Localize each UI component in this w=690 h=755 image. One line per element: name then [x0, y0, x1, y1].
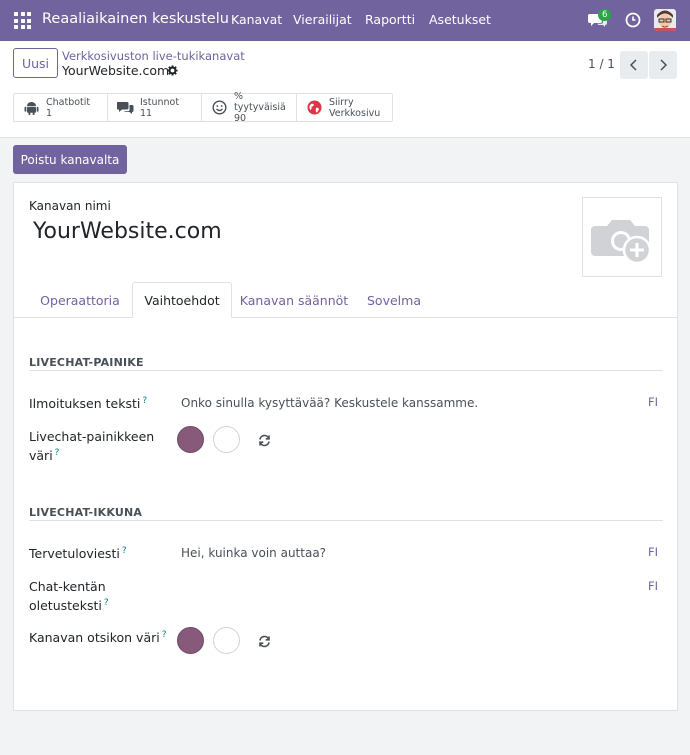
header-background-color-swatch[interactable]: [177, 627, 204, 654]
help-tooltip-icon[interactable]: ?: [142, 396, 147, 406]
chevron-right-icon: [660, 59, 668, 71]
app-brand[interactable]: Reaaliaikainen keskustelu: [42, 11, 229, 27]
language-toggle[interactable]: FI: [648, 579, 658, 593]
stat-button-chatbots[interactable]: Chatbotit 1: [14, 94, 108, 121]
messages-count-badge: 6: [598, 9, 612, 21]
header-color-label: Kanavan otsikon väri?: [29, 630, 167, 646]
stat-value: 11: [140, 107, 153, 119]
notification-text-input[interactable]: Onko sinulla kysyttävää? Keskustele kans…: [181, 396, 478, 410]
chevron-left-icon: [629, 59, 637, 71]
menu-item-channels[interactable]: Kanavat: [231, 12, 282, 27]
notification-text-label: Ilmoituksen teksti?: [29, 396, 148, 412]
form-sheet: Kanavan nimi YourWebsite.com Operaattori…: [13, 182, 678, 711]
language-toggle[interactable]: FI: [648, 395, 658, 409]
gear-icon[interactable]: [167, 65, 178, 76]
help-tooltip-icon[interactable]: ?: [162, 630, 167, 640]
menu-item-visitors[interactable]: Vierailijat: [293, 12, 352, 27]
stat-label: Chatbotit: [46, 96, 91, 108]
activity-clock-icon[interactable]: [625, 12, 641, 28]
help-tooltip-icon[interactable]: ?: [55, 448, 60, 458]
welcome-message-input[interactable]: Hei, kuinka voin auttaa?: [181, 546, 326, 560]
button-text-color-swatch[interactable]: [213, 426, 240, 453]
stat-value: 90: [234, 113, 247, 124]
button-background-color-swatch[interactable]: [177, 426, 204, 453]
section-title-livechat-button: LIVECHAT-PAINIKE: [29, 356, 144, 369]
stat-button-satisfaction[interactable]: % tyytyväisiä 90: [202, 91, 297, 124]
help-tooltip-icon[interactable]: ?: [104, 598, 109, 608]
pager-previous-button[interactable]: [620, 51, 648, 79]
tab-options[interactable]: Vaihtoehdot: [132, 282, 232, 318]
button-color-label: Livechat-painikkeen väri?: [29, 429, 155, 464]
stat-value: 1: [46, 107, 53, 119]
pager-value[interactable]: 1 / 1: [588, 57, 615, 71]
top-navbar: Reaaliaikainen keskustelu Kanavat Vierai…: [0, 0, 690, 41]
breadcrumb-current: YourWebsite.com: [62, 63, 170, 78]
channel-name-input[interactable]: YourWebsite.com: [33, 219, 222, 244]
breadcrumb-parent-link[interactable]: Verkkosivuston live-tukikanavat: [62, 49, 245, 63]
channel-image-upload[interactable]: [582, 197, 662, 277]
smile-icon: [212, 100, 227, 115]
section-divider: [29, 370, 663, 371]
camera-plus-icon: [591, 220, 652, 264]
reset-color-icon[interactable]: [258, 434, 271, 447]
user-avatar[interactable]: [654, 9, 676, 31]
new-button[interactable]: Uusi: [13, 48, 58, 78]
form-tabs: Operaattoria Vaihtoehdot Kanavan säännöt…: [14, 282, 677, 318]
leave-channel-button[interactable]: Poistu kanavalta: [13, 145, 127, 174]
help-tooltip-icon[interactable]: ?: [122, 546, 127, 556]
chat-input-placeholder-input[interactable]: [181, 581, 621, 597]
menu-item-settings[interactable]: Asetukset: [429, 12, 491, 27]
android-icon: [24, 102, 39, 115]
tab-channel-rules[interactable]: Kanavan säännöt: [234, 282, 354, 318]
apps-menu-icon[interactable]: [14, 12, 31, 29]
chat-input-placeholder-label: Chat-kentän oletusteksti?: [29, 579, 109, 614]
section-divider: [29, 520, 663, 521]
section-title-livechat-window: LIVECHAT-IKKUNA: [29, 506, 143, 519]
welcome-message-label: Tervetuloviesti?: [29, 546, 127, 562]
stat-label: % tyytyväisiä: [234, 91, 286, 113]
pager-next-button[interactable]: [649, 51, 677, 79]
stat-button-website[interactable]: Siirry Verkkosivu: [297, 94, 392, 121]
stat-value: Verkkosivu: [329, 107, 381, 119]
stat-button-sessions[interactable]: Istunnot 11: [108, 94, 202, 121]
control-panel: Uusi Verkkosivuston live-tukikanavat You…: [0, 41, 690, 138]
menu-item-report[interactable]: Raportti: [365, 12, 415, 27]
language-toggle[interactable]: FI: [648, 545, 658, 559]
stat-label: Siirry: [329, 96, 354, 108]
comments-icon: [117, 102, 134, 114]
smart-buttons: Chatbotit 1 Istunnot 11 % tyytyväisiä 90…: [13, 91, 393, 124]
tab-operators[interactable]: Operaattoria: [30, 282, 130, 318]
channel-name-label: Kanavan nimi: [29, 199, 111, 213]
reset-color-icon[interactable]: [258, 635, 271, 648]
globe-icon: [307, 100, 322, 115]
stat-label: Istunnot: [140, 96, 180, 108]
header-text-color-swatch[interactable]: [213, 627, 240, 654]
tab-widget[interactable]: Sovelma: [356, 282, 432, 318]
